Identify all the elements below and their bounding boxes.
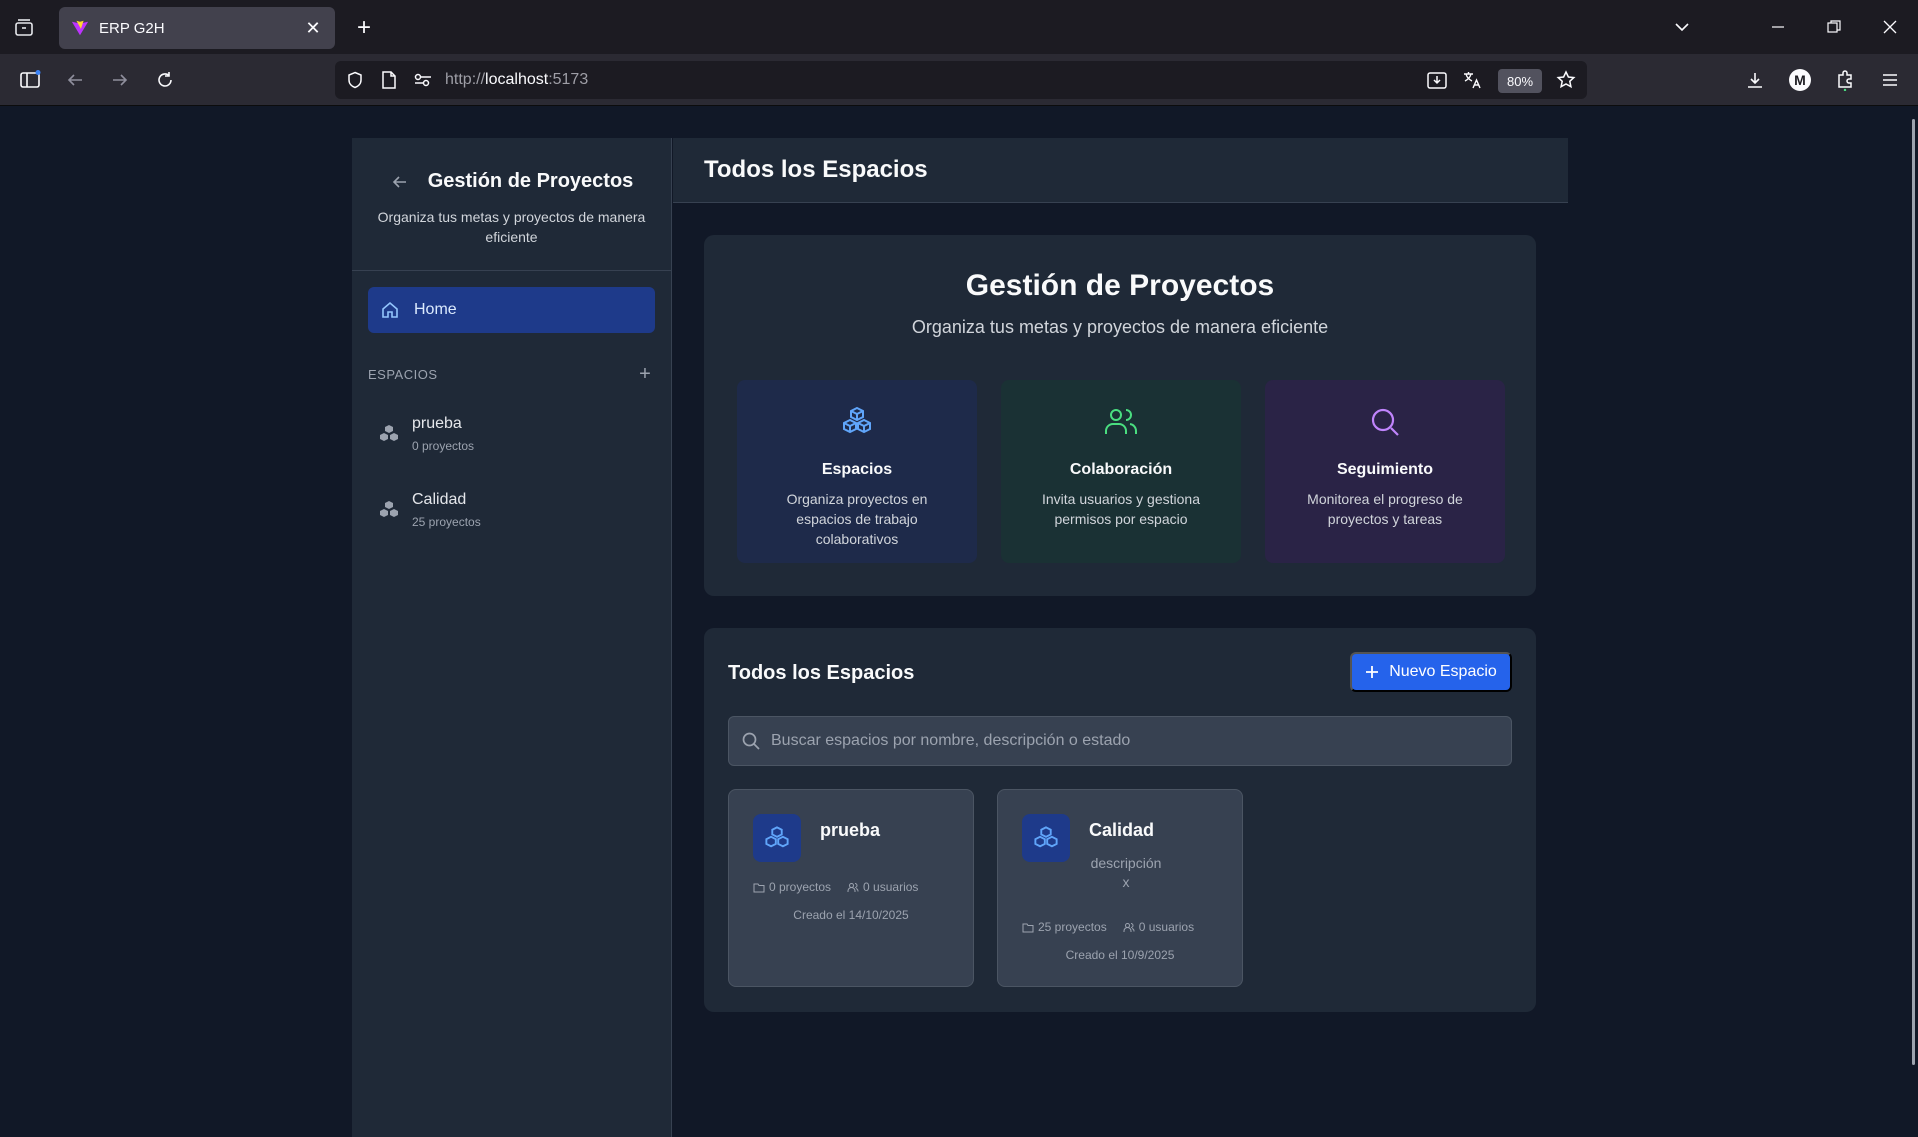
space-card-users: 0 usuarios — [1138, 920, 1195, 934]
sidebar-item-space[interactable]: prueba 0 proyectos — [368, 404, 655, 464]
users-icon — [1105, 409, 1138, 434]
sidebar-item-space[interactable]: Calidad 25 proyectos — [368, 480, 655, 540]
page-scrollbar[interactable] — [1906, 107, 1918, 1137]
back-arrow-icon[interactable] — [390, 172, 410, 192]
feature-title: Colaboración — [1069, 461, 1173, 478]
sidebar-subtitle: Organiza tus metas y proyectos de manera… — [377, 209, 646, 245]
folder-icon — [1022, 923, 1034, 932]
page-title: Todos los Espacios — [704, 156, 928, 183]
space-card-name: Calidad — [1089, 820, 1155, 840]
sidebar-item-label: Home — [414, 301, 457, 318]
plus-icon — [1366, 666, 1379, 678]
feature-card-tracking: Seguimiento Monitorea el progreso de pro… — [1265, 380, 1505, 563]
browser-nav-bar: http://localhost:5173 80% M — [0, 54, 1918, 106]
space-card-projects: 0 proyectos — [769, 880, 832, 894]
browser-tab[interactable]: ERP G2H ✕ — [59, 7, 335, 49]
back-arrow-icon[interactable] — [61, 66, 89, 94]
cubes-icon — [1022, 814, 1070, 862]
reload-icon[interactable] — [151, 66, 179, 94]
space-card-meta: 25 proyectos 0 usuarios — [1022, 920, 1194, 934]
space-project-count: 25 proyectos — [412, 515, 481, 529]
space-card-meta: 0 proyectos 0 usuarios — [753, 880, 918, 894]
shield-icon[interactable] — [345, 70, 365, 90]
spaces-panel-title: Todos los Espacios — [728, 662, 915, 684]
extensions-icon[interactable] — [1831, 66, 1859, 94]
search-icon — [1371, 408, 1399, 436]
tab-overflow-chevron-icon[interactable] — [1654, 0, 1710, 54]
add-space-icon[interactable]: + — [635, 363, 655, 386]
sidebar-item-home[interactable]: Home — [368, 287, 655, 333]
sidebar-toggle-icon[interactable] — [16, 66, 44, 94]
url-bar[interactable]: http://localhost:5173 80% — [335, 61, 1587, 99]
feature-description: Organiza proyectos en espacios de trabaj… — [786, 491, 928, 547]
spaces-section-header: ESPACIOS + — [368, 363, 655, 386]
vite-icon — [71, 20, 89, 36]
feature-title: Espacios — [821, 461, 893, 478]
space-project-count: 0 proyectos — [412, 439, 475, 453]
search-box[interactable] — [728, 716, 1512, 766]
account-avatar[interactable]: M — [1786, 66, 1814, 94]
search-icon — [742, 732, 760, 750]
home-icon — [382, 301, 398, 318]
permissions-icon[interactable] — [413, 70, 433, 90]
new-tab-icon[interactable]: + — [350, 14, 378, 42]
users-icon — [1123, 922, 1135, 932]
cubes-icon — [380, 425, 398, 441]
space-card[interactable]: prueba 0 proyectos 0 usuarios Creado el … — [728, 789, 974, 987]
feature-title: Seguimiento — [1336, 461, 1433, 478]
restore-icon[interactable] — [1806, 0, 1862, 54]
feature-description: Invita usuarios y gestiona permisos por … — [1042, 491, 1200, 527]
new-space-label: Nuevo Espacio — [1389, 663, 1497, 680]
hero-title: Gestión de Proyectos — [965, 269, 1275, 302]
scrollbar-thumb[interactable] — [1912, 119, 1915, 1065]
cubes-icon — [753, 814, 801, 862]
sidebar-header: Gestión de Proyectos Organiza tus metas … — [352, 138, 671, 271]
page-icon[interactable] — [379, 70, 399, 90]
save-page-icon[interactable] — [1427, 70, 1447, 90]
space-card-created: Creado el 10/9/2025 — [1065, 948, 1175, 962]
spaces-section-label: ESPACIOS — [368, 367, 438, 382]
sidebar-title: Gestión de Proyectos — [427, 170, 634, 192]
tab-list-icon[interactable] — [10, 14, 38, 42]
space-card-created: Creado el 14/10/2025 — [793, 908, 909, 922]
main-header: Todos los Espacios — [673, 138, 1568, 203]
translate-icon[interactable] — [1462, 70, 1482, 90]
browser-tab-bar: ERP G2H ✕ + — [0, 0, 1918, 54]
space-name: Calidad — [412, 491, 467, 508]
downloads-icon[interactable] — [1741, 66, 1769, 94]
new-space-button[interactable]: Nuevo Espacio — [1350, 652, 1512, 692]
minimize-icon[interactable] — [1750, 0, 1806, 54]
feature-description: Monitorea el progreso de proyectos y tar… — [1307, 491, 1463, 527]
space-card-description: descripción x — [1090, 855, 1162, 890]
feature-card-collaboration: Colaboración Invita usuarios y gestiona … — [1001, 380, 1241, 563]
sidebar: Gestión de Proyectos Organiza tus metas … — [352, 138, 672, 1137]
hero-subtitle: Organiza tus metas y proyectos de manera… — [911, 317, 1329, 337]
zoom-level-badge[interactable]: 80% — [1498, 69, 1542, 93]
menu-icon[interactable] — [1876, 66, 1904, 94]
close-tab-icon[interactable]: ✕ — [303, 18, 323, 39]
tab-title: ERP G2H — [99, 19, 165, 37]
spaces-panel: Todos los Espacios Nuevo Espacio prueba … — [704, 628, 1536, 1012]
cubes-icon — [380, 501, 398, 517]
space-card[interactable]: Calidad descripción x 25 proyectos 0 usu… — [997, 789, 1243, 987]
folder-icon — [753, 883, 765, 892]
hero-panel: Gestión de Proyectos Organiza tus metas … — [704, 235, 1536, 596]
forward-arrow-icon[interactable] — [106, 66, 134, 94]
space-card-projects: 25 proyectos — [1038, 920, 1107, 934]
feature-card-spaces: Espacios Organiza proyectos en espacios … — [737, 380, 977, 563]
bookmark-star-icon[interactable] — [1556, 70, 1576, 90]
close-window-icon[interactable] — [1862, 0, 1918, 54]
space-card-users: 0 usuarios — [863, 880, 919, 894]
space-card-name: prueba — [820, 820, 881, 840]
space-name: prueba — [412, 415, 462, 432]
url-text[interactable]: http://localhost:5173 — [445, 71, 588, 89]
cubes-icon — [843, 406, 871, 434]
search-input[interactable] — [771, 732, 1471, 750]
users-icon — [847, 882, 859, 892]
